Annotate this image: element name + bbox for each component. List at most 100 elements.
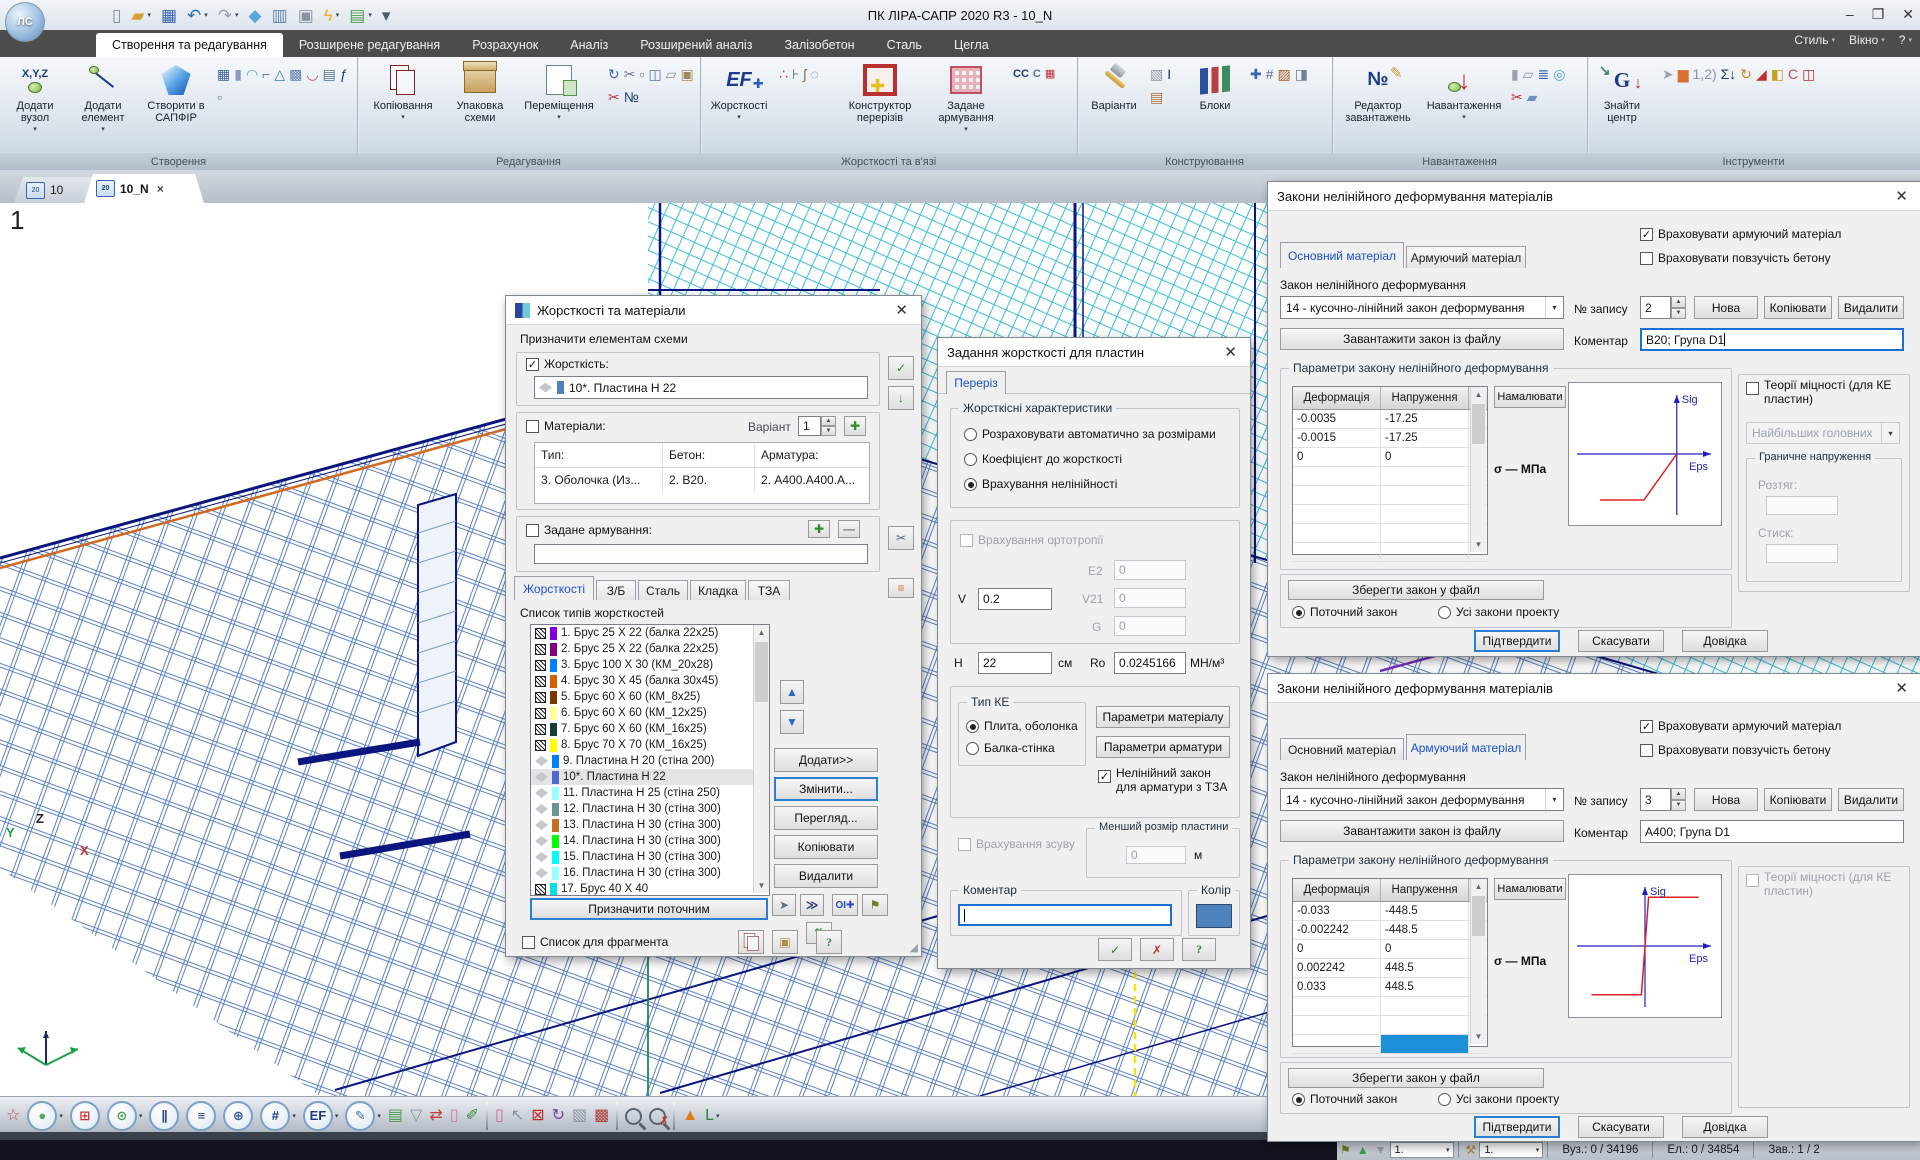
stiffness-list-item[interactable]: 3. Брус 100 X 30 (КМ_20x28) (531, 657, 769, 673)
maximize-button[interactable]: ❐ (1872, 6, 1885, 23)
table-row[interactable]: -0.002242 -448.5 (1293, 921, 1487, 940)
hot-mode-icon[interactable]: ▲ ▾ (682, 1099, 698, 1133)
book-icon[interactable]: ▥ ▾ (270, 6, 290, 25)
comment-field[interactable]: А400; Група D1 (1640, 820, 1904, 843)
reinforcing-material-checkbox[interactable]: ✓ (1640, 228, 1653, 241)
scroll-thumb[interactable] (755, 642, 768, 702)
tab-zb[interactable]: З/Б (596, 580, 636, 600)
grid-display-icon[interactable]: # ▾ (260, 1099, 296, 1133)
plate-gen-icon[interactable]: ▩▾ (288, 63, 303, 85)
v21-field[interactable]: 0 (1114, 588, 1186, 608)
delete-button[interactable]: Видалити (1838, 788, 1904, 811)
current-stiffness-field[interactable]: 10*. Пластина Н 22 (534, 376, 868, 399)
column-grid-icon[interactable]: #▾ (1265, 63, 1275, 85)
scissors-icon[interactable]: ✂▾ (623, 63, 637, 85)
save-law-button[interactable]: Зберегти закон у файл (1288, 580, 1544, 600)
v-field[interactable]: 0.2 (978, 588, 1052, 610)
bricks-icon[interactable]: ▤▾ (1149, 86, 1164, 108)
draw-button[interactable]: Намалювати (1494, 878, 1566, 900)
rotate-frame-icon[interactable]: ↻ ▾ (552, 1099, 565, 1133)
wire-cube-icon[interactable]: ▧ ▾ (572, 1099, 587, 1133)
dash-grid-icon[interactable]: ▫▾ (216, 86, 223, 108)
stiffness-button[interactable]: EF Жорсткості▾ (706, 60, 772, 150)
mirror-icon[interactable]: ◫▾ (647, 63, 662, 85)
table-row[interactable] (1293, 1016, 1487, 1035)
scroll-thumb[interactable] (1472, 404, 1485, 444)
draw-button[interactable]: Намалювати (1494, 386, 1566, 408)
table-row[interactable]: 0 0 (1293, 940, 1487, 959)
ribbon-tab[interactable]: Аналіз (554, 33, 624, 57)
move-copy-icon[interactable]: ▱▾ (665, 63, 678, 85)
blocks-button[interactable]: Блоки (1187, 60, 1243, 150)
c-quad-icon[interactable]: С▾ (1787, 63, 1799, 85)
stiffness-list-item[interactable]: 8. Брус 70 X 70 (КМ_16x25) (531, 737, 769, 753)
scroll-down-icon[interactable]: ▼ (1471, 537, 1486, 552)
flash-icon[interactable]: ϟ ▾ (322, 6, 342, 25)
pack-scheme-button[interactable]: Упаковка схеми (447, 60, 513, 150)
c2-icon[interactable]: С▾ (1032, 63, 1042, 85)
stiffness-list-item[interactable]: 6. Брус 60 X 60 (КМ_12x25) (531, 705, 769, 721)
ladder-icon[interactable]: ⌐▾ (261, 63, 271, 85)
color-swatch[interactable] (1196, 904, 1232, 928)
nonlinearity-radio[interactable] (964, 478, 977, 491)
table-row[interactable] (1293, 467, 1487, 486)
change-button[interactable]: Змінити... (774, 777, 878, 801)
reinforcing-material-checkbox[interactable]: ✓ (1640, 720, 1653, 733)
split-icon[interactable]: ◫▾ (1801, 63, 1816, 85)
cut-red-icon[interactable]: ✂▾ (607, 86, 621, 108)
load-editor-button[interactable]: № Редактор завантажень (1336, 60, 1420, 150)
add-reinforcement-button[interactable]: ✚ (808, 520, 830, 538)
tab-tza[interactable]: ТЗА (748, 580, 790, 600)
shell-radio[interactable] (966, 720, 979, 733)
close-icon[interactable]: ✕ (1891, 679, 1912, 697)
rotate-icon[interactable]: ↻▾ (607, 63, 621, 85)
stiffness-list-item[interactable]: 11. Пластина Н 25 (стіна 250) (531, 785, 769, 801)
load-case-combobox[interactable]: 1.▾ (1390, 1142, 1454, 1158)
h-field[interactable]: 22 (978, 652, 1052, 674)
all-laws-radio[interactable] (1438, 1093, 1451, 1106)
down-triangle-icon[interactable]: ▼ (1375, 1143, 1387, 1157)
copy-button[interactable]: Копіювати (1764, 788, 1832, 811)
min-size-field[interactable]: 0 (1126, 846, 1186, 864)
spin-down-icon[interactable]: ▼ (821, 426, 836, 436)
shear-checkbox[interactable] (958, 838, 971, 851)
sum-icon[interactable]: Σ↓▾ (1720, 63, 1738, 85)
confirm-button[interactable]: Підтвердити (1474, 1116, 1560, 1138)
load-law-button[interactable]: Завантажити закон із файлу (1280, 328, 1564, 350)
nonlinear-law-checkbox[interactable]: ✓ (1098, 770, 1111, 783)
table-row[interactable]: -0.0035 -17.25 (1293, 410, 1487, 429)
ribbon-tab[interactable]: Розширений аналіз (624, 33, 768, 57)
tab-section[interactable]: Переріз (946, 371, 1006, 394)
joint-icon[interactable]: ◌▾ (809, 63, 819, 85)
tab-masonry[interactable]: Кладка (690, 580, 746, 600)
table-row[interactable]: 0.002242 448.5 (1293, 959, 1487, 978)
cancel-button[interactable]: ✗ (1140, 938, 1174, 961)
application-logo-icon[interactable]: ЛС (5, 2, 45, 42)
help-button[interactable]: Довідка (1682, 1116, 1768, 1138)
horizontal-plane-icon[interactable]: ≡ ▾ (186, 1099, 216, 1133)
law-table[interactable]: Деформація Напруження -0.033 -448.5 -0.0… (1292, 878, 1488, 1047)
new-button[interactable]: Нова (1694, 788, 1758, 811)
cut-loads-icon[interactable]: ✂▾ (1510, 86, 1524, 108)
all-laws-radio[interactable] (1438, 606, 1451, 619)
stiffness-list-item[interactable]: 14. Пластина Н 30 (стіна 300) (531, 833, 769, 849)
select-filter-icon[interactable]: ➤ (772, 894, 796, 916)
stiffness-list-item[interactable]: 13. Пластина Н 30 (стіна 300) (531, 817, 769, 833)
ribbon-tab[interactable]: Розширене редагування (283, 33, 456, 57)
stiffness-list-item[interactable]: 5. Брус 60 X 60 (КМ_8x25) (531, 689, 769, 705)
new-button[interactable]: Нова (1694, 296, 1758, 319)
table-row[interactable]: 0.033 448.5 (1293, 978, 1487, 997)
table-row[interactable]: -0.0015 -17.25 (1293, 429, 1487, 448)
copy-loads-icon[interactable]: ▱▾ (1522, 63, 1535, 85)
column-icon[interactable]: ▮▾ (233, 63, 243, 85)
close-icon[interactable]: ✕ (1220, 343, 1241, 361)
cursor-icon[interactable]: ➤▾ (1661, 63, 1675, 85)
strength-theory-combobox[interactable]: Найбільших головних▾ (1746, 422, 1900, 444)
add-button[interactable]: Додати>> (774, 748, 878, 772)
redo-icon[interactable]: ↷ ▾ (216, 6, 241, 25)
save-law-button[interactable]: Зберегти закон у файл (1288, 1068, 1544, 1088)
move-button[interactable]: Переміщення▾ (517, 60, 601, 150)
rebar-params-button[interactable]: Параметри арматури (1096, 736, 1230, 758)
wall-beam-radio[interactable] (966, 742, 979, 755)
stiffness-list-item[interactable]: 7. Брус 60 X 60 (КМ_16x25) (531, 721, 769, 737)
